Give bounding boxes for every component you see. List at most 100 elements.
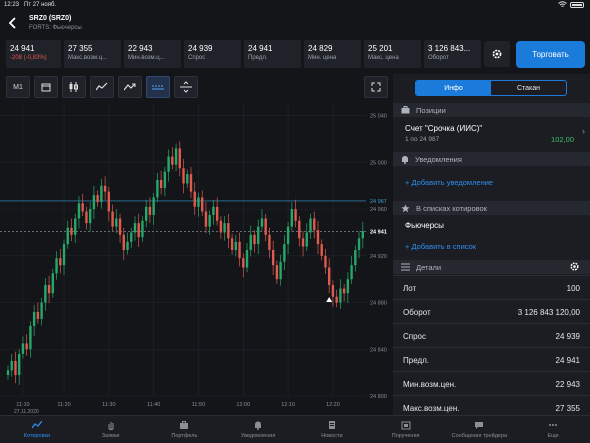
briefcase-icon xyxy=(401,106,410,114)
stat-value: 25 201 xyxy=(368,44,393,53)
candle-body xyxy=(212,206,215,215)
tab-instructions[interactable]: Поручения xyxy=(369,416,443,443)
trade-marker-icon xyxy=(326,297,333,303)
candle-body xyxy=(66,227,69,245)
candle-body xyxy=(10,360,13,371)
detail-row: Предл. 24 941 xyxy=(393,347,590,371)
candle-body xyxy=(361,231,364,239)
account-position: 1 по 24 987 xyxy=(405,136,440,143)
tab-label: Портфель xyxy=(171,433,198,439)
stat-label: Оборот xyxy=(428,55,449,61)
candle-body xyxy=(115,218,118,227)
candle-body xyxy=(215,206,219,221)
candle-body xyxy=(148,206,152,215)
chevron-right-icon[interactable]: › xyxy=(582,126,585,136)
settings-button[interactable] xyxy=(484,41,510,67)
detail-key: Оборот xyxy=(403,308,431,317)
detail-key: Предл. xyxy=(403,356,430,365)
candle-body xyxy=(29,325,32,350)
back-arrow-icon[interactable] xyxy=(6,16,20,30)
candle-body xyxy=(275,265,279,280)
candle-body xyxy=(103,185,107,192)
tab-quotes[interactable]: Котировки xyxy=(0,416,74,443)
candle-body xyxy=(182,168,185,184)
candle-body xyxy=(309,218,312,233)
scale-button[interactable] xyxy=(174,76,198,98)
tab-trader-messages[interactable]: Сообщения трейдера xyxy=(443,416,517,443)
account-name[interactable]: Счет "Срочка (ИИС)" xyxy=(405,124,482,133)
bell-icon xyxy=(255,421,262,430)
candle-body xyxy=(223,223,226,233)
candle-body xyxy=(264,218,267,235)
drawing-button[interactable] xyxy=(118,76,142,98)
details-title: Детали xyxy=(416,262,442,272)
candle-body xyxy=(88,209,92,224)
trend-icon xyxy=(124,83,136,91)
line-chart-icon xyxy=(96,82,108,91)
stat-max-possible: 27 355 Макс.возм.ц... xyxy=(64,40,121,68)
candle-body xyxy=(354,250,357,266)
gear-icon[interactable] xyxy=(569,261,580,272)
candle-body xyxy=(122,234,125,250)
candle-body xyxy=(167,156,170,172)
fullscreen-button[interactable] xyxy=(364,76,388,98)
add-to-list-link[interactable]: + Добавить в список xyxy=(405,242,476,251)
tab-label: Заявки xyxy=(101,433,120,439)
tab-order-book[interactable]: Стакан xyxy=(491,81,566,95)
briefcase-icon xyxy=(180,421,189,429)
add-alert-label: Добавить уведомление xyxy=(411,178,494,187)
candle-body xyxy=(70,227,73,235)
status-date: Пт 27 нояб. xyxy=(24,2,57,8)
indicators-button[interactable] xyxy=(90,76,114,98)
candle-body xyxy=(335,296,338,303)
detail-value: 24 939 xyxy=(555,332,580,341)
interval-button[interactable]: M1 xyxy=(6,76,30,98)
y-tick-label: 24 920 xyxy=(370,254,387,260)
tab-info[interactable]: Инфо xyxy=(416,81,491,95)
candle-body xyxy=(208,214,211,227)
candle-body xyxy=(249,234,252,250)
candle-body xyxy=(130,232,133,242)
candle-body xyxy=(144,206,148,221)
vertical-scale-icon xyxy=(180,81,192,93)
tab-label: Еще xyxy=(547,433,559,439)
add-alert-link[interactable]: + Добавить уведомление xyxy=(405,178,493,187)
candle-body xyxy=(55,258,58,274)
candle-body xyxy=(21,343,25,354)
y-tick-label: 24 840 xyxy=(370,347,387,353)
ticker-title: SRZ0 (SRZ0) xyxy=(29,15,72,22)
watchlist-name[interactable]: Фьючерсы xyxy=(405,221,444,230)
calendar-button[interactable] xyxy=(34,76,58,98)
account-value: 102,00 xyxy=(551,135,574,144)
levels-button[interactable] xyxy=(146,76,170,98)
candles-button[interactable] xyxy=(62,76,86,98)
stat-change: -208 (-0,83%) xyxy=(10,55,47,61)
trade-button[interactable]: Торговать xyxy=(516,41,585,68)
tab-notifications[interactable]: Уведомления xyxy=(221,416,295,443)
price-chart[interactable]: 25 040 25 000 24 960 24 920 24 880 24 840 24 8… xyxy=(0,104,393,415)
ticker-subtitle: FORTS: Фьючерсы xyxy=(29,25,82,31)
last-price-label: 24 941 xyxy=(370,229,387,235)
candlestick-icon xyxy=(69,82,78,92)
detail-key: Лот xyxy=(403,284,417,293)
candle-body xyxy=(219,220,223,233)
candle-body xyxy=(350,265,353,280)
chat-icon xyxy=(475,422,484,429)
tab-news[interactable]: Новости xyxy=(295,416,369,443)
candle-body xyxy=(62,244,66,266)
tab-more[interactable]: Еще xyxy=(516,416,590,443)
candle-body xyxy=(290,209,294,227)
candle-body xyxy=(133,223,137,233)
candle-body xyxy=(320,244,323,256)
candle-body xyxy=(47,285,51,294)
candle-body xyxy=(283,244,286,262)
tab-portfolio[interactable]: Портфель xyxy=(148,416,222,443)
candle-body xyxy=(174,148,178,165)
candle-body xyxy=(18,353,21,375)
lists-title: В списках котировок xyxy=(416,203,487,213)
x-tick-label: 11:40 xyxy=(147,402,160,408)
detail-row: Спрос 24 939 xyxy=(393,323,590,347)
tab-orders[interactable]: Заявки xyxy=(74,416,148,443)
stat-ask: 24 941 Предл. xyxy=(244,40,301,68)
stat-last-price: 24 941 -208 (-0,83%) xyxy=(6,40,61,68)
